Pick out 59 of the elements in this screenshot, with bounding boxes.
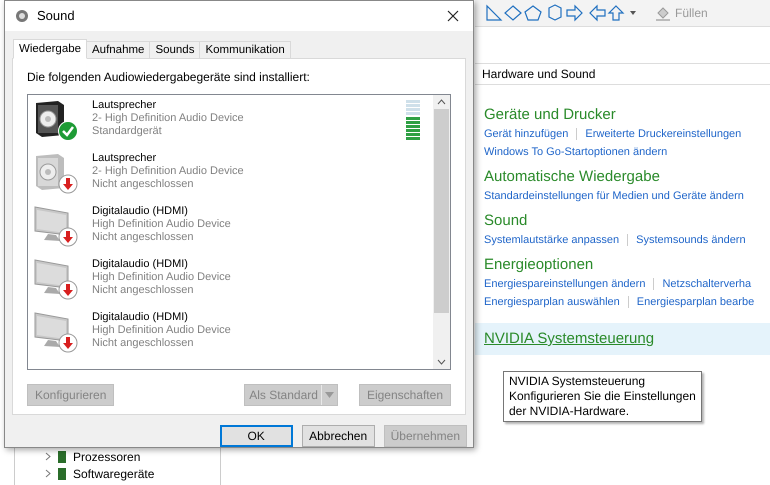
task-link[interactable]: Windows To Go-Startoptionen ändern	[484, 143, 668, 161]
tooltip-text: NVIDIA Systemsteuerung	[509, 374, 646, 389]
tooltip-text: der NVIDIA-Hardware.	[509, 404, 630, 419]
category-title[interactable]: Energieoptionen	[484, 255, 594, 275]
speaker-icon	[34, 152, 66, 190]
task-link[interactable]: Gerät hinzufügen	[484, 125, 568, 143]
device-item[interactable]: Digitalaudio (HDMI) High Definition Audio Device Nicht angeschlossen	[28, 256, 433, 309]
category-title[interactable]: Sound	[484, 211, 528, 231]
device-item[interactable]: Digitalaudio (HDMI) High Definition Audio Device Nicht angeschlossen	[28, 203, 433, 256]
speaker-icon	[34, 99, 66, 137]
task-link[interactable]: Systemlautstärke anpassen	[484, 231, 620, 249]
tooltip-text: Konfigurieren Sie die Einstellungen	[509, 389, 696, 404]
dialog-button[interactable]: Abbrechen	[302, 425, 375, 447]
breadcrumb: Hardware und Sound	[482, 66, 596, 83]
device-status: Nicht angeschlossen	[92, 178, 195, 191]
device-name: Digitalaudio (HDMI)	[92, 258, 189, 271]
scrollbar[interactable]	[433, 95, 450, 369]
device-status: Nicht angeschlossen	[92, 337, 195, 350]
speaker-app-icon	[15, 9, 29, 23]
device-status: Nicht angeschlossen	[92, 284, 195, 297]
tree-item[interactable]: Softwaregeräte	[73, 464, 154, 482]
device-driver: High Definition Audio Device	[92, 218, 231, 231]
scroll-thumb[interactable]	[434, 109, 449, 313]
device-item[interactable]: Lautsprecher 2- High Definition Audio Device Nicht angeschlossen	[28, 150, 433, 203]
device-name: Lautsprecher	[92, 99, 158, 112]
device-name: Digitalaudio (HDMI)	[92, 311, 189, 324]
window-title: Sound	[37, 7, 75, 26]
device-item[interactable]: Digitalaudio (HDMI) High Definition Audio Device Nicht angeschlossen	[28, 309, 433, 362]
device-name: Lautsprecher	[92, 152, 158, 165]
device-item[interactable]: Lautsprecher 2- High Definition Audio Device Standardgerät	[28, 97, 433, 150]
device-driver: High Definition Audio Device	[92, 271, 231, 284]
list-caption: Die folgenden Audiowiedergabegeräte sind installiert:	[27, 70, 311, 85]
task-link[interactable]: Standardeinstellungen für Medien und Geräte ändern	[484, 187, 744, 205]
category-title[interactable]: Automatische Wiedergabe	[484, 167, 660, 187]
paint-bucket-icon	[655, 5, 671, 21]
device-status: Standardgerät	[92, 125, 163, 138]
device-driver: 2- High Definition Audio Device	[92, 165, 244, 178]
device-driver: 2- High Definition Audio Device	[92, 112, 244, 125]
device-driver: High Definition Audio Device	[92, 324, 231, 337]
tree-item[interactable]: Prozessoren	[73, 448, 140, 466]
device-icon	[57, 466, 67, 480]
device-status: Nicht angeschlossen	[92, 231, 195, 244]
category-title[interactable]: Geräte und Drucker	[484, 105, 616, 125]
shapes-gallery-icon[interactable]	[485, 4, 625, 22]
task-link[interactable]: Energiespareinstellungen ändern	[484, 275, 646, 293]
dialog-button[interactable]: OK	[220, 425, 293, 447]
device-icon	[57, 450, 67, 464]
task-link[interactable]: Netzschalterverha	[662, 275, 752, 293]
dropdown-icon[interactable]	[629, 10, 637, 16]
task-link[interactable]: Energiesparplan bearbe	[636, 293, 754, 311]
task-link[interactable]: Energiesparplan auswählen	[484, 293, 620, 311]
category-title[interactable]: NVIDIA Systemsteuerung	[484, 329, 654, 349]
task-link[interactable]: Erweiterte Druckereinstellungen	[585, 125, 742, 143]
tab[interactable]: Wiedergabe	[13, 39, 88, 59]
task-link[interactable]: Systemsounds ändern	[636, 231, 746, 249]
tab[interactable]: Kommunikation	[199, 41, 291, 59]
dropdown-arrow-icon	[324, 392, 334, 398]
close-icon	[447, 10, 459, 22]
device-name: Digitalaudio (HDMI)	[92, 205, 189, 218]
